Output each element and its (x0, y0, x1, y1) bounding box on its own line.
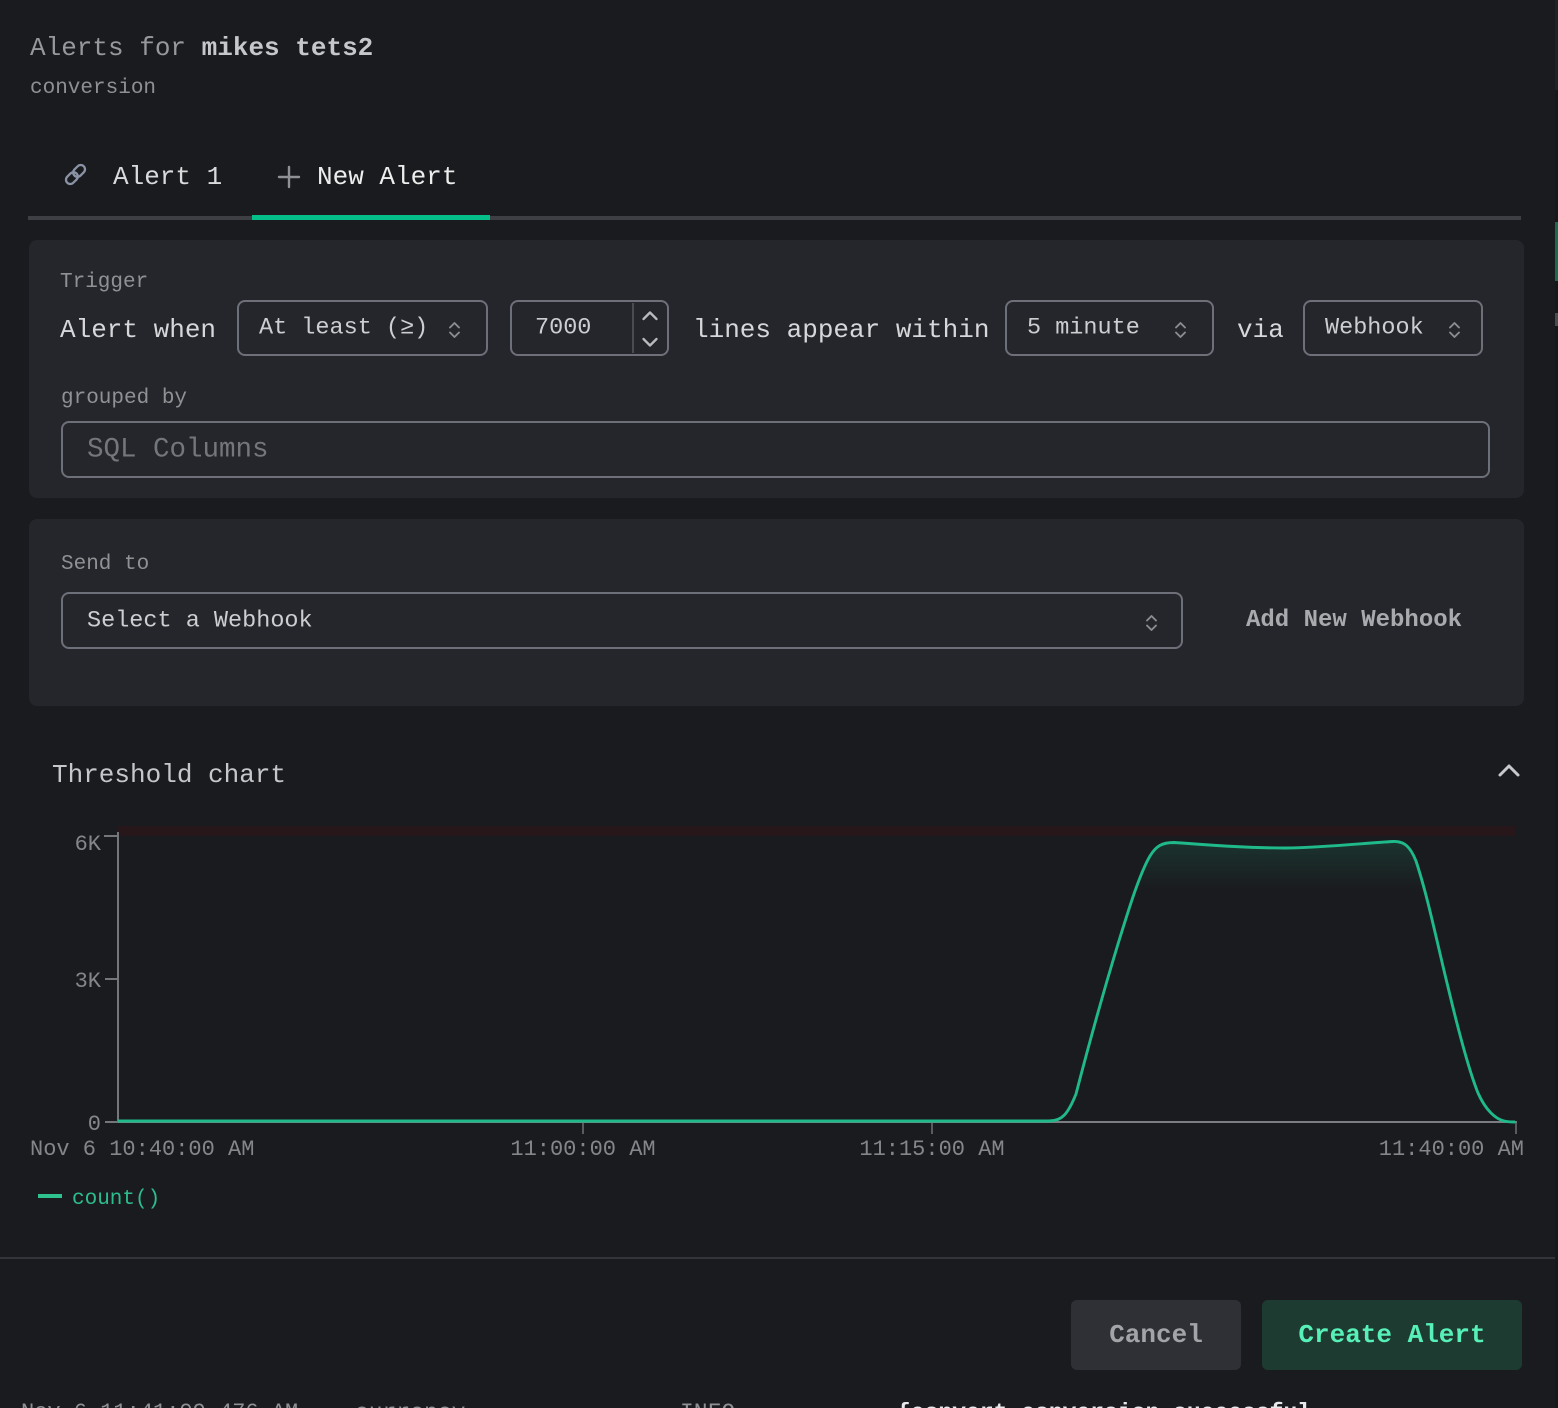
svg-text:3K: 3K (75, 969, 102, 994)
svg-text:11:00:00 AM: 11:00:00 AM (510, 1137, 655, 1162)
svg-text:Nov 6 10:40:00 AM: Nov 6 10:40:00 AM (30, 1137, 254, 1162)
svg-text:6K: 6K (75, 832, 102, 857)
svg-text:11:15:00 AM: 11:15:00 AM (859, 1137, 1004, 1162)
svg-text:11:40:00 AM: 11:40:00 AM (1379, 1137, 1524, 1162)
svg-text:0: 0 (88, 1112, 101, 1137)
svg-text:count(): count() (72, 1188, 160, 1211)
